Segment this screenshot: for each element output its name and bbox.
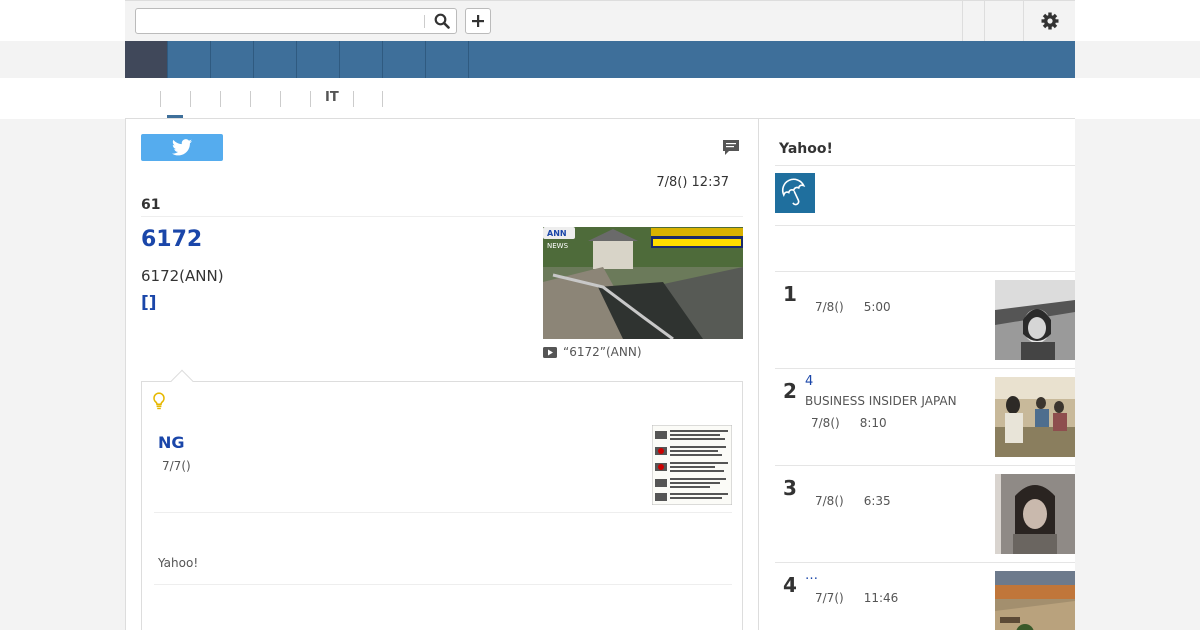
related-date: 7/7() (162, 459, 191, 473)
top-separator (984, 1, 985, 41)
search-icon (434, 13, 450, 29)
search-button[interactable] (428, 9, 456, 33)
sub-nav-item[interactable] (250, 91, 280, 107)
article-date: 7/8() 12:37 (656, 175, 729, 190)
bulb-icon (153, 392, 165, 410)
nav-item[interactable] (168, 41, 211, 78)
related-box-arrow (170, 369, 194, 393)
divider (141, 216, 743, 217)
sub-nav: IT (160, 91, 383, 107)
nav-item-home[interactable] (125, 41, 168, 78)
related-title[interactable]: NG (158, 433, 185, 452)
sub-nav-bar: IT (0, 78, 1200, 119)
svg-text:ANN: ANN (547, 229, 567, 238)
article-count: 61 (141, 197, 161, 213)
divider (154, 584, 732, 585)
infographic-image (651, 424, 733, 506)
ranking-thumbnail[interactable] (995, 474, 1075, 554)
portrait-photo-image (995, 474, 1075, 554)
divider (775, 225, 1075, 226)
ranking-meta: 7/8() 6:35 (815, 494, 891, 508)
article-more-link[interactable]: [] (141, 293, 157, 313)
sub-nav-item[interactable] (160, 91, 190, 107)
divider (154, 512, 732, 513)
flood-scene-image: ANN NEWS (543, 227, 743, 339)
plus-icon (472, 15, 484, 27)
main-nav (125, 41, 1075, 78)
ranking-thumbnail[interactable] (995, 571, 1075, 630)
group-photo-image (995, 377, 1075, 457)
related-thumbnail[interactable] (651, 424, 733, 506)
search-input[interactable] (138, 11, 423, 31)
related-box: NG 7/7() Yahoo! (141, 369, 743, 630)
ranking-number: 2 (783, 379, 797, 403)
ranking-link[interactable]: … (805, 568, 818, 583)
comment-icon[interactable] (722, 139, 740, 156)
nav-item[interactable] (383, 41, 426, 78)
divider (775, 165, 1075, 166)
nav-item[interactable] (426, 41, 469, 78)
ranking-meta: 7/7() 11:46 (815, 591, 899, 605)
disaster-site-image (995, 571, 1075, 630)
ranking-number: 1 (783, 282, 797, 306)
sidebar-title: Yahoo! (779, 141, 833, 157)
ranking-thumbnail[interactable] (995, 280, 1075, 360)
add-button[interactable] (465, 8, 491, 34)
sub-nav-item[interactable] (190, 91, 220, 107)
article-subtitle: 6172(ANN) (141, 267, 224, 285)
ranking-meta: 7/8() 8:10 (811, 416, 887, 430)
svg-text:NEWS: NEWS (547, 242, 569, 250)
article-headline[interactable]: 6172 (141, 227, 202, 252)
nav-item[interactable] (254, 41, 297, 78)
article-column: 7/8() 12:37 61 6172 6172(ANN) [] ANN NEW… (125, 118, 759, 630)
sub-nav-item-it[interactable]: IT (310, 91, 353, 107)
sub-nav-item[interactable] (220, 91, 250, 107)
search-separator (424, 15, 425, 28)
news-caption-text: “6172”(ANN) (563, 345, 642, 359)
top-separator (1023, 1, 1024, 41)
ranking-thumbnail[interactable] (995, 377, 1075, 457)
sidebar: Yahoo! 1 7/8() 5:00 2 4 BUSINESS INSIDER… (759, 118, 1075, 630)
tweet-button[interactable] (141, 134, 223, 161)
related-source: Yahoo! (158, 556, 199, 570)
ranking-item[interactable]: 3 7/8() 6:35 (775, 466, 1075, 563)
ranking-link[interactable]: 4 (805, 374, 813, 389)
ranking-meta: 7/8() 5:00 (815, 300, 891, 314)
ranking-number: 3 (783, 476, 797, 500)
nav-item[interactable] (340, 41, 383, 78)
gear-icon[interactable] (1040, 11, 1060, 31)
ranking-source: BUSINESS INSIDER JAPAN (805, 394, 957, 408)
ranking-number: 4 (783, 573, 797, 597)
top-bar (0, 0, 1200, 41)
twitter-icon (172, 139, 192, 156)
ranking-item[interactable]: 4 … 7/7() 11:46 (775, 563, 1075, 630)
play-icon (543, 346, 557, 358)
nav-item[interactable] (211, 41, 254, 78)
top-separator (962, 1, 963, 41)
ranking-item[interactable]: 2 4 BUSINESS INSIDER JAPAN 7/8() 8:10 (775, 369, 1075, 466)
sub-nav-item[interactable] (280, 91, 310, 107)
bw-photo-image (995, 280, 1075, 360)
ranking-item[interactable]: 1 7/8() 5:00 (775, 272, 1075, 369)
top-bar-inner (125, 0, 1075, 41)
weather-widget[interactable] (775, 173, 815, 213)
news-video-thumbnail[interactable]: ANN NEWS (543, 227, 743, 339)
news-caption: “6172”(ANN) (543, 345, 642, 359)
sub-nav-item[interactable] (352, 91, 383, 107)
umbrella-icon (775, 173, 815, 213)
search-box[interactable] (135, 8, 457, 34)
nav-item[interactable] (297, 41, 340, 78)
